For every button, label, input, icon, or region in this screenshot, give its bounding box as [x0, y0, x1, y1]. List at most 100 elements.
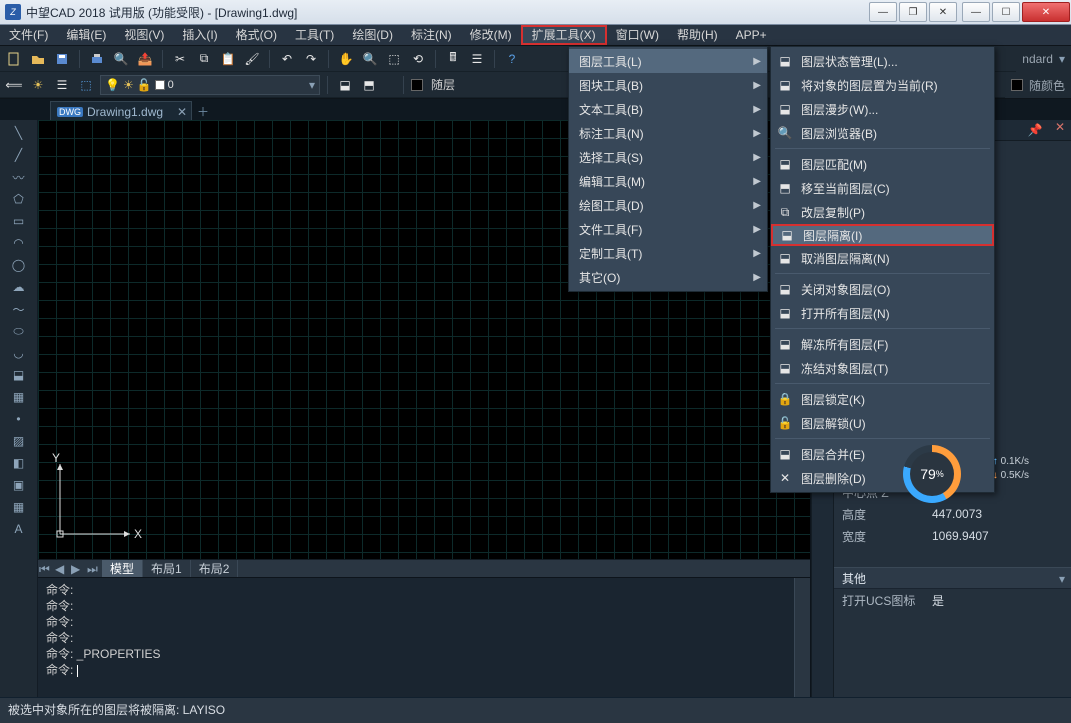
- menu-tools[interactable]: 工具(T): [286, 25, 343, 45]
- prop-section-other[interactable]: 其他▾: [834, 567, 1071, 589]
- paste-icon[interactable]: 📋: [218, 49, 238, 69]
- menu-layer-unisolate[interactable]: ⬓取消图层隔离(N): [771, 246, 994, 270]
- mdi-close-button[interactable]: ✕: [929, 2, 957, 22]
- perf-gauge[interactable]: 79%: [903, 445, 961, 503]
- publish-icon[interactable]: 📤: [135, 49, 155, 69]
- mdi-restore-button[interactable]: ❐: [899, 2, 927, 22]
- zoom-prev-icon[interactable]: ⟲: [408, 49, 428, 69]
- undo-icon[interactable]: ↶: [277, 49, 297, 69]
- table-icon[interactable]: ▦: [10, 498, 28, 516]
- menu-draw[interactable]: 绘图(D): [343, 25, 402, 45]
- menu-layer-on-all[interactable]: ⬓打开所有图层(N): [771, 301, 994, 325]
- menu-layer-lock[interactable]: 🔒图层锁定(K): [771, 387, 994, 411]
- menu-layer-browser[interactable]: 🔍图层浏览器(B): [771, 121, 994, 145]
- menu-layer-make-current[interactable]: ⬓将对象的图层置为当前(R): [771, 73, 994, 97]
- block-icon[interactable]: ▦: [10, 388, 28, 406]
- panel-close-icon[interactable]: ✕: [1049, 120, 1071, 140]
- layout-tab-model[interactable]: 模型: [102, 560, 143, 578]
- zoom-realtime-icon[interactable]: 🔍: [360, 49, 380, 69]
- layout-tab-2[interactable]: 布局2: [191, 560, 239, 578]
- menu-custom-tools[interactable]: 定制工具(T)▶: [569, 241, 767, 265]
- insert-icon[interactable]: ⬓: [10, 366, 28, 384]
- menu-ext-tools[interactable]: 扩展工具(X): [521, 25, 607, 45]
- menu-layer-move-current[interactable]: ⬒移至当前图层(C): [771, 176, 994, 200]
- print-icon[interactable]: [87, 49, 107, 69]
- menu-other-tools[interactable]: 其它(O)▶: [569, 265, 767, 289]
- menu-layer-walk[interactable]: ⬓图层漫步(W)...: [771, 97, 994, 121]
- menu-app[interactable]: APP+: [727, 25, 776, 45]
- pline-icon[interactable]: 〰: [10, 168, 28, 186]
- spline-icon[interactable]: 〜: [10, 300, 28, 318]
- polygon-icon[interactable]: ⬠: [10, 190, 28, 208]
- menu-select-tools[interactable]: 选择工具(S)▶: [569, 145, 767, 169]
- layer-iso-icon[interactable]: ⬓: [335, 75, 355, 95]
- menu-file-tools[interactable]: 文件工具(F)▶: [569, 217, 767, 241]
- line-icon[interactable]: ╲: [10, 124, 28, 142]
- menu-layer-off[interactable]: ⬓关闭对象图层(O): [771, 277, 994, 301]
- layer-combo[interactable]: 💡 ☀ 🔓 0 ▾: [100, 75, 320, 95]
- prop-ucs-val[interactable]: 是: [932, 592, 1063, 609]
- menu-layer-merge[interactable]: ⬓图层合并(E): [771, 442, 994, 466]
- layout-prev-icon[interactable]: ◀: [55, 562, 69, 576]
- style-combo[interactable]: ndard: [1022, 52, 1053, 66]
- menu-view[interactable]: 视图(V): [115, 25, 173, 45]
- panel-pin-icon[interactable]: 📌: [1021, 120, 1049, 140]
- circle-icon[interactable]: ◯: [10, 256, 28, 274]
- window-close-button[interactable]: ✕: [1022, 2, 1070, 22]
- menu-file[interactable]: 文件(F): [0, 25, 57, 45]
- menu-help[interactable]: 帮助(H): [668, 25, 727, 45]
- zoom-window-icon[interactable]: ⬚: [384, 49, 404, 69]
- menu-draw-tools[interactable]: 绘图工具(D)▶: [569, 193, 767, 217]
- save-icon[interactable]: [52, 49, 72, 69]
- region-icon[interactable]: ▣: [10, 476, 28, 494]
- prop-height-val[interactable]: 447.0073: [932, 507, 1063, 521]
- new-tab-button[interactable]: ＋: [192, 101, 214, 121]
- layout-first-icon[interactable]: ⏮: [39, 562, 53, 576]
- layer-state-icon[interactable]: ⬚: [76, 75, 96, 95]
- ellipsearc-icon[interactable]: ◡: [10, 344, 28, 362]
- menu-layer-state-mgr[interactable]: ⬓图层状态管理(L)...: [771, 49, 994, 73]
- window-maximize-button[interactable]: ☐: [992, 2, 1020, 22]
- cut-icon[interactable]: ✂: [170, 49, 190, 69]
- mdi-minimize-button[interactable]: —: [869, 2, 897, 22]
- pan-icon[interactable]: ✋: [336, 49, 356, 69]
- layer-prev-icon[interactable]: ⟸: [4, 75, 24, 95]
- layer-sun-icon[interactable]: ☀: [28, 75, 48, 95]
- close-tab-icon[interactable]: ✕: [177, 105, 187, 119]
- layout-last-icon[interactable]: ⏭: [87, 562, 101, 576]
- menu-modify[interactable]: 修改(M): [461, 25, 521, 45]
- point-icon[interactable]: •: [10, 410, 28, 428]
- menu-insert[interactable]: 插入(I): [173, 25, 226, 45]
- open-icon[interactable]: [28, 49, 48, 69]
- document-tab[interactable]: DWG Drawing1.dwg ✕: [50, 101, 192, 121]
- calc-icon[interactable]: 🖩: [443, 49, 463, 69]
- help-icon[interactable]: ?: [502, 49, 522, 69]
- cmd-scrollbar[interactable]: [794, 578, 810, 697]
- menu-layer-copy[interactable]: ⧉改层复制(P): [771, 200, 994, 224]
- menu-layer-freeze[interactable]: ⬓冻结对象图层(T): [771, 356, 994, 380]
- menu-layer-tools[interactable]: 图层工具(L)▶: [569, 49, 767, 73]
- redo-icon[interactable]: ↷: [301, 49, 321, 69]
- menu-dimension[interactable]: 标注(N): [402, 25, 461, 45]
- xline-icon[interactable]: ╱: [10, 146, 28, 164]
- menu-edit-tools[interactable]: 编辑工具(M)▶: [569, 169, 767, 193]
- menu-edit[interactable]: 编辑(E): [57, 25, 115, 45]
- menu-layer-match[interactable]: ⬓图层匹配(M): [771, 152, 994, 176]
- gradient-icon[interactable]: ◧: [10, 454, 28, 472]
- menu-text-tools[interactable]: 文本工具(B)▶: [569, 97, 767, 121]
- menu-format[interactable]: 格式(O): [227, 25, 286, 45]
- window-minimize-button[interactable]: —: [962, 2, 990, 22]
- menu-layer-isolate[interactable]: ⬓图层隔离(I): [771, 224, 994, 246]
- prop-width-val[interactable]: 1069.9407: [932, 529, 1063, 543]
- menu-block-tools[interactable]: 图块工具(B)▶: [569, 73, 767, 97]
- command-line[interactable]: 命令: 命令: 命令: 命令: 命令: _PROPERTIES 命令:: [38, 577, 810, 697]
- preview-icon[interactable]: 🔍: [111, 49, 131, 69]
- menu-dim-tools[interactable]: 标注工具(N)▶: [569, 121, 767, 145]
- props-icon[interactable]: ☰: [467, 49, 487, 69]
- new-icon[interactable]: [4, 49, 24, 69]
- layout-next-icon[interactable]: ▶: [71, 562, 85, 576]
- hatch-icon[interactable]: ▨: [10, 432, 28, 450]
- layermgr-icon[interactable]: ☰: [52, 75, 72, 95]
- layout-tab-1[interactable]: 布局1: [143, 560, 191, 578]
- matchprop-icon[interactable]: 🖌: [242, 49, 262, 69]
